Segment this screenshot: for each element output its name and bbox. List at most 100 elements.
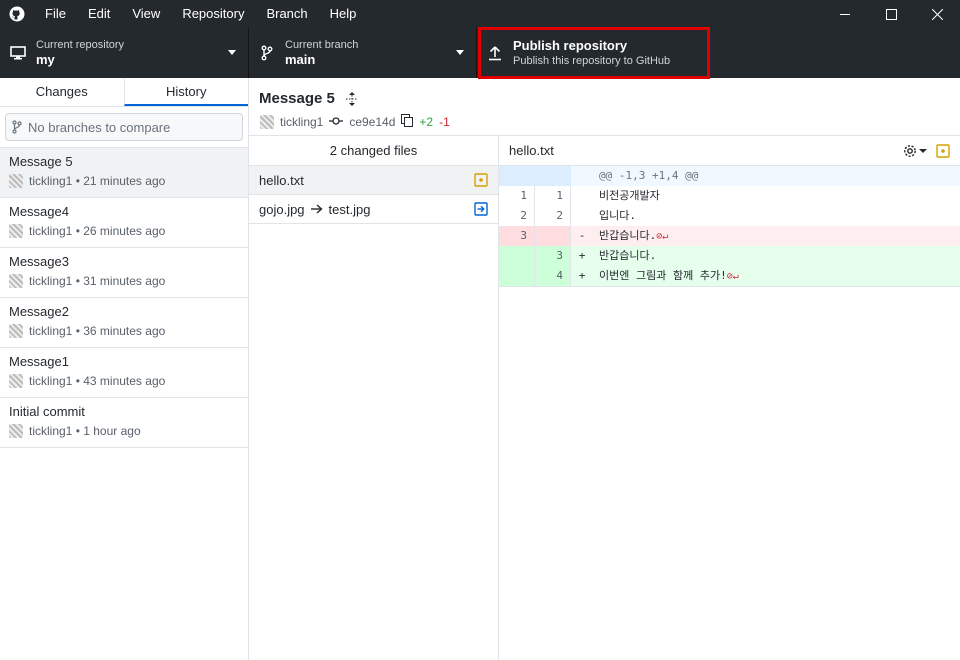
diff-hunk-header: @@ -1,3 +1,4 @@ (499, 166, 960, 186)
diff-line-text: 반갑습니다. (599, 249, 657, 262)
menu-bar: File Edit View Repository Branch Help (34, 0, 367, 28)
maximize-icon[interactable] (868, 0, 914, 28)
minimize-icon[interactable] (822, 0, 868, 28)
branch-compare-input[interactable]: No branches to compare (5, 113, 243, 141)
commit-item[interactable]: Message2 tickling1 • 36 minutes ago (0, 298, 248, 348)
avatar (9, 274, 23, 288)
commit-item[interactable]: Message 5 tickling1 • 21 minutes ago (0, 148, 248, 198)
commit-time: 31 minutes ago (83, 274, 166, 288)
commit-title: Message2 (9, 304, 69, 319)
publish-repository-button[interactable]: Publish repository Publish this reposito… (477, 28, 709, 78)
file-modified-icon (936, 143, 950, 158)
diff-pane: hello.txt @@ -1,3 +1,4 @@ 1 1 비전공개발자 2 2 (499, 136, 960, 660)
menu-view[interactable]: View (121, 0, 171, 28)
current-branch-label: Current branch (285, 39, 359, 51)
menu-repository[interactable]: Repository (171, 0, 255, 28)
commit-list: Message 5 tickling1 • 21 minutes ago Mes… (0, 147, 248, 448)
commit-summary-title: Message 5 (259, 90, 335, 107)
commit-author: tickling1 (29, 224, 73, 238)
avatar (9, 424, 23, 438)
changed-files-header: 2 changed files (249, 136, 498, 166)
diff-content: @@ -1,3 +1,4 @@ 1 1 비전공개발자 2 2 입니다. 3 - … (499, 166, 960, 287)
commit-time: 26 minutes ago (83, 224, 166, 238)
gear-icon[interactable] (902, 143, 928, 159)
diff-line: 1 1 비전공개발자 (499, 186, 960, 206)
toolbar: Current repository my Current branch mai… (0, 28, 960, 78)
commit-item[interactable]: Message1 tickling1 • 43 minutes ago (0, 348, 248, 398)
file-renamed-to: test.jpg (328, 201, 371, 217)
deletions-count: -1 (439, 115, 450, 129)
commit-title: Message4 (9, 204, 69, 219)
new-line-number (535, 226, 571, 246)
git-commit-icon (329, 115, 344, 129)
avatar (9, 174, 23, 188)
file-name: gojo.jpg (259, 201, 305, 217)
diff-line-removed: 3 - 반갑습니다.⊘↵ (499, 226, 960, 246)
file-renamed-icon (474, 202, 488, 216)
diff-line-added: 4 + 이번엔 그림과 함께 추가!⊘↵ (499, 266, 960, 286)
file-row[interactable]: hello.txt (249, 166, 498, 195)
commit-author: tickling1 (29, 174, 73, 188)
diff-sign: + (578, 249, 586, 262)
new-line-number: 2 (535, 206, 571, 226)
commit-summary: Message 5 tickling1 ce9e14d +2 -1 (249, 78, 960, 136)
commit-time: 36 minutes ago (83, 324, 166, 338)
commit-author: tickling1 (29, 424, 73, 438)
new-line-number: 1 (535, 186, 571, 206)
commit-time: 21 minutes ago (83, 174, 166, 188)
sidebar-tabs: Changes History (0, 78, 248, 107)
chevron-down-icon (919, 148, 927, 153)
old-line-number: 2 (499, 206, 535, 226)
expand-icon[interactable] (345, 91, 359, 107)
tab-history[interactable]: History (123, 78, 248, 106)
sidebar: Changes History No branches to compare M… (0, 78, 249, 660)
commit-summary-author: tickling1 (280, 115, 324, 129)
current-repository-value: my (36, 52, 55, 67)
commit-time: 1 hour ago (83, 424, 141, 438)
commit-sha: ce9e14d (349, 115, 396, 129)
old-line-number (499, 246, 535, 266)
diff-line-text: 반갑습니다. (599, 229, 657, 242)
git-branch-icon (249, 45, 285, 61)
commit-item[interactable]: Message3 tickling1 • 31 minutes ago (0, 248, 248, 298)
git-branch-icon (12, 120, 22, 134)
diff-sign (571, 186, 593, 206)
additions-count: +2 (419, 115, 434, 129)
current-branch-button[interactable]: Current branch main (249, 28, 477, 78)
changed-files-pane: 2 changed files hello.txt gojo.jpg test.… (249, 136, 499, 660)
upload-icon (477, 45, 513, 61)
diff-filename: hello.txt (509, 143, 554, 158)
github-logo-icon (0, 0, 34, 28)
tab-changes[interactable]: Changes (0, 78, 124, 106)
desktop-icon (0, 46, 36, 60)
diff-line: 2 2 입니다. (499, 206, 960, 226)
file-row[interactable]: gojo.jpg test.jpg (249, 195, 498, 224)
menu-file[interactable]: File (34, 0, 77, 28)
old-line-number (499, 266, 535, 286)
commit-author: tickling1 (29, 324, 73, 338)
menu-edit[interactable]: Edit (77, 0, 121, 28)
commit-item[interactable]: Message4 tickling1 • 26 minutes ago (0, 198, 248, 248)
diff-line-text: 비전공개발자 (599, 189, 660, 202)
chevron-down-icon (228, 50, 236, 55)
new-line-number: 4 (535, 266, 571, 286)
current-repository-button[interactable]: Current repository my (0, 28, 249, 78)
window-controls (822, 0, 960, 28)
file-name: hello.txt (259, 172, 304, 188)
copy-icon[interactable] (401, 114, 414, 130)
file-modified-icon (474, 173, 488, 187)
diff-line-text: 이번엔 그림과 함께 추가! (599, 269, 727, 282)
menu-branch[interactable]: Branch (255, 0, 318, 28)
hunk-text: @@ -1,3 +1,4 @@ (599, 169, 699, 182)
commit-item[interactable]: Initial commit tickling1 • 1 hour ago (0, 398, 248, 448)
avatar (9, 224, 23, 238)
commit-author: tickling1 (29, 274, 73, 288)
close-icon[interactable] (914, 0, 960, 28)
branch-compare-placeholder: No branches to compare (28, 119, 171, 135)
old-line-number: 1 (499, 186, 535, 206)
diff-sign (571, 206, 593, 226)
commit-title: Initial commit (9, 404, 85, 419)
menu-help[interactable]: Help (319, 0, 368, 28)
no-newline-icon: ⊘↵ (656, 231, 669, 242)
arrow-right-icon (310, 204, 323, 214)
